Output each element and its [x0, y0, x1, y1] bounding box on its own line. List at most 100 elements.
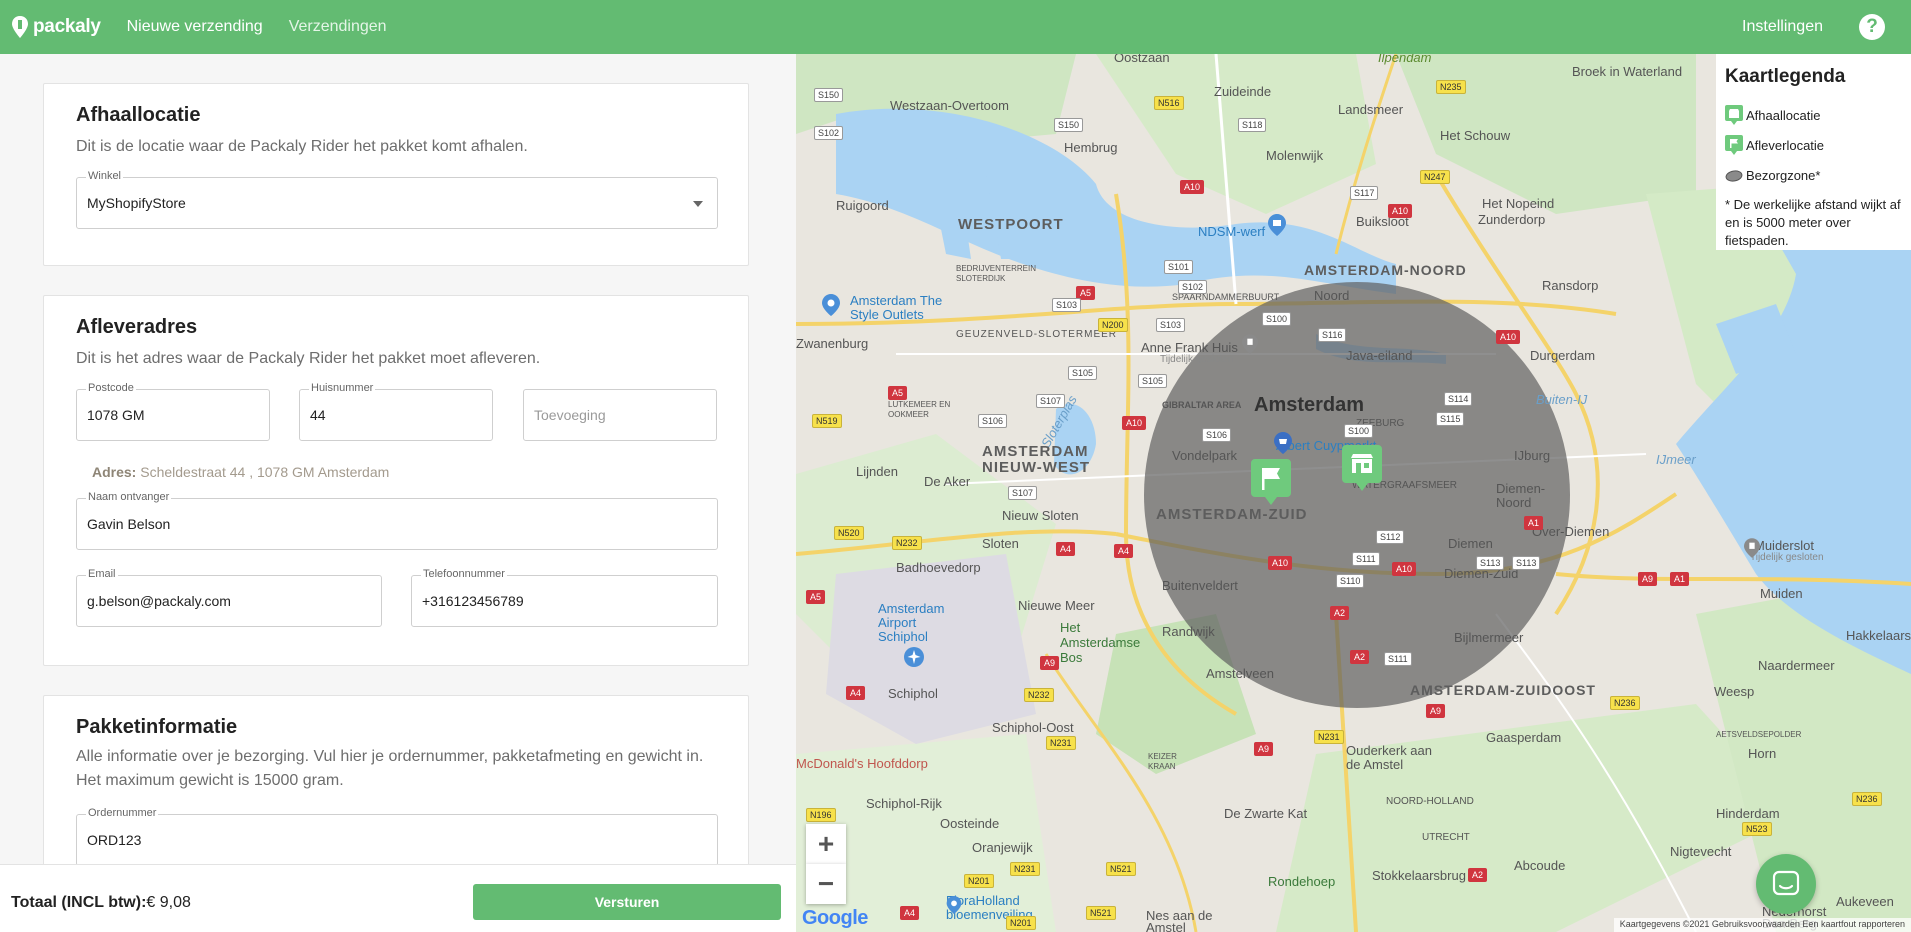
- road-badge: S102: [1178, 280, 1208, 294]
- map-label-javaeiland: Java-eiland: [1346, 348, 1413, 363]
- road-badge: N201: [1006, 916, 1036, 930]
- road-badge: N231: [1010, 862, 1040, 876]
- map-label-schipholrijk: Schiphol-Rijk: [866, 796, 942, 811]
- road-badge: N232: [1024, 688, 1054, 702]
- map-label-durgerdam: Durgerdam: [1530, 348, 1596, 363]
- road-badge: A4: [900, 906, 920, 920]
- map-label-zunderdorp: Zunderdorp: [1478, 212, 1546, 227]
- chat-button[interactable]: [1756, 854, 1816, 914]
- shopping-pin-icon: [822, 294, 840, 316]
- road-badge: A10: [1268, 556, 1293, 570]
- map-label-westzaan: Westzaan-Overtoom: [890, 98, 1009, 113]
- addition-field[interactable]: Toevoeging: [523, 389, 717, 441]
- map-label-keizerkraan: KEIZER KRAAN: [1148, 752, 1177, 771]
- map-label-ijmeer: IJmeer: [1656, 452, 1696, 467]
- packaly-logo-icon: [12, 16, 28, 38]
- nav-settings[interactable]: Instellingen: [1742, 18, 1823, 36]
- map-label-abcoude: Abcoude: [1514, 858, 1566, 873]
- road-badge: A9: [1254, 742, 1274, 756]
- map-label-schiphol: Schiphol: [888, 686, 938, 701]
- map-label-gaasperdam: Gaasperdam: [1486, 730, 1562, 745]
- package-title: Pakketinformatie: [76, 716, 238, 738]
- map-label-gibraltar: GIBRALTAR AREA: [1162, 400, 1242, 410]
- map-label-weesp: Weesp: [1714, 684, 1755, 699]
- road-badge: S107: [1008, 486, 1038, 500]
- map-label-nieuwsloten: Nieuw Sloten: [1002, 508, 1079, 523]
- total-price: Totaal (INCL btw):€ 9,08: [11, 894, 191, 912]
- road-badge: N231: [1046, 736, 1076, 750]
- legend-pickup-label: Afhaallocatie: [1746, 107, 1821, 123]
- map-label-deaker: De Aker: [924, 474, 971, 489]
- map-label-mcdonalds: McDonald's Hoofddorp: [796, 756, 928, 771]
- map-label-zuidoost: AMSTERDAM-ZUIDOOST: [1410, 682, 1596, 698]
- chevron-down-icon: [693, 201, 703, 207]
- map-label-muiden: Muiden: [1760, 586, 1803, 601]
- road-badge: N236: [1610, 696, 1640, 710]
- dropoff-location-marker-icon[interactable]: [1251, 459, 1291, 505]
- dropoff-legend-icon: [1725, 135, 1743, 155]
- road-badge: S150: [1054, 118, 1084, 132]
- road-badge: N521: [1106, 862, 1136, 876]
- road-badge: S106: [1202, 428, 1232, 442]
- road-badge: A9: [1040, 656, 1060, 670]
- pickup-location-marker-icon[interactable]: [1342, 445, 1382, 491]
- map-label-overdiemen: Over-Diemen: [1532, 524, 1610, 539]
- map-label-utrecht: UTRECHT: [1422, 832, 1470, 843]
- postcode-field[interactable]: Postcode 1078 GM: [76, 382, 270, 441]
- road-badge: N516: [1154, 96, 1184, 110]
- road-badge: S118: [1238, 118, 1267, 132]
- road-badge: A2: [1350, 650, 1370, 664]
- phone-field[interactable]: Telefoonnummer +316123456789: [411, 568, 718, 627]
- map-label-stokkelaarsbrug: Stokkelaarsbrug: [1372, 868, 1466, 883]
- chat-icon: [1772, 870, 1800, 896]
- store-select[interactable]: Winkel MyShopifyStore: [76, 170, 718, 229]
- address-prefix: Adres:: [92, 464, 137, 480]
- floraholland-pin-icon: [946, 896, 962, 914]
- order-number-value: ORD123: [87, 832, 142, 848]
- map-label-nieuwemeer: Nieuwe Meer: [1018, 598, 1095, 613]
- map-label-hembrug: Hembrug: [1064, 140, 1118, 155]
- map-view[interactable]: Oostzaan Ilpendam Broek in Waterland Zui…: [796, 54, 1911, 932]
- road-badge: S117: [1350, 186, 1379, 200]
- road-badge: S150: [814, 88, 844, 102]
- map-label-molenwijk: Molenwijk: [1266, 148, 1324, 163]
- road-badge: S114: [1444, 392, 1473, 406]
- package-subtitle: Alle informatie over je bezorging. Vul h…: [76, 748, 704, 789]
- nav-new-shipment[interactable]: Nieuwe verzending: [127, 18, 263, 36]
- map-label-landsmeer: Landsmeer: [1338, 102, 1404, 117]
- map-label-bijlmermeer: Bijlmermeer: [1454, 630, 1524, 645]
- google-logo: Google: [802, 907, 868, 929]
- logo-text: packaly: [33, 16, 101, 37]
- logo[interactable]: packaly: [12, 16, 101, 38]
- recipient-field[interactable]: Naam ontvanger Gavin Belson: [76, 491, 718, 550]
- zoom-in-button[interactable]: +: [806, 824, 846, 864]
- road-badge: N200: [1098, 318, 1128, 332]
- recipient-value: Gavin Belson: [87, 516, 171, 532]
- road-badge: N232: [892, 536, 922, 550]
- map-label-muiderslot-sub: Tijdelijk gesloten: [1750, 552, 1824, 563]
- zoom-out-button[interactable]: −: [806, 864, 846, 904]
- bottom-bar: Totaal (INCL btw):€ 9,08 Versturen: [0, 864, 796, 932]
- road-badge: S103: [1052, 298, 1082, 312]
- delivery-zone-legend-icon: [1725, 170, 1743, 182]
- email-field[interactable]: Email g.belson@packaly.com: [76, 568, 382, 627]
- map-attribution[interactable]: Kaartgegevens ©2021 Gebruiksvoorwaarden …: [1613, 918, 1911, 932]
- nav-shipments[interactable]: Verzendingen: [289, 18, 387, 36]
- road-badge: N247: [1420, 170, 1450, 184]
- map-label-hetschouw: Het Schouw: [1440, 128, 1511, 143]
- map-label-airport: Amsterdam Airport Schiphol: [878, 601, 945, 644]
- map-label-nieuwwest: AMSTERDAM NIEUW-WEST: [982, 443, 1091, 476]
- road-badge: A10: [1496, 330, 1521, 344]
- map-legend: Kaartlegenda Afhaallocatie Afleverlocati…: [1716, 54, 1911, 250]
- road-badge: A9: [1426, 704, 1446, 718]
- email-label: Email: [86, 568, 118, 580]
- send-button[interactable]: Versturen: [473, 884, 781, 920]
- order-number-field[interactable]: Ordernummer ORD123: [76, 807, 718, 864]
- road-badge: A2: [1330, 606, 1350, 620]
- help-icon[interactable]: ?: [1859, 14, 1885, 40]
- address-summary: Adres: Scheldestraat 44 , 1078 GM Amster…: [92, 464, 389, 480]
- road-badge: A5: [806, 590, 826, 604]
- map-label-westpoort: WESTPOORT: [958, 216, 1064, 233]
- housenumber-field[interactable]: Huisnummer 44: [299, 382, 493, 441]
- pickup-legend-icon: [1725, 105, 1743, 125]
